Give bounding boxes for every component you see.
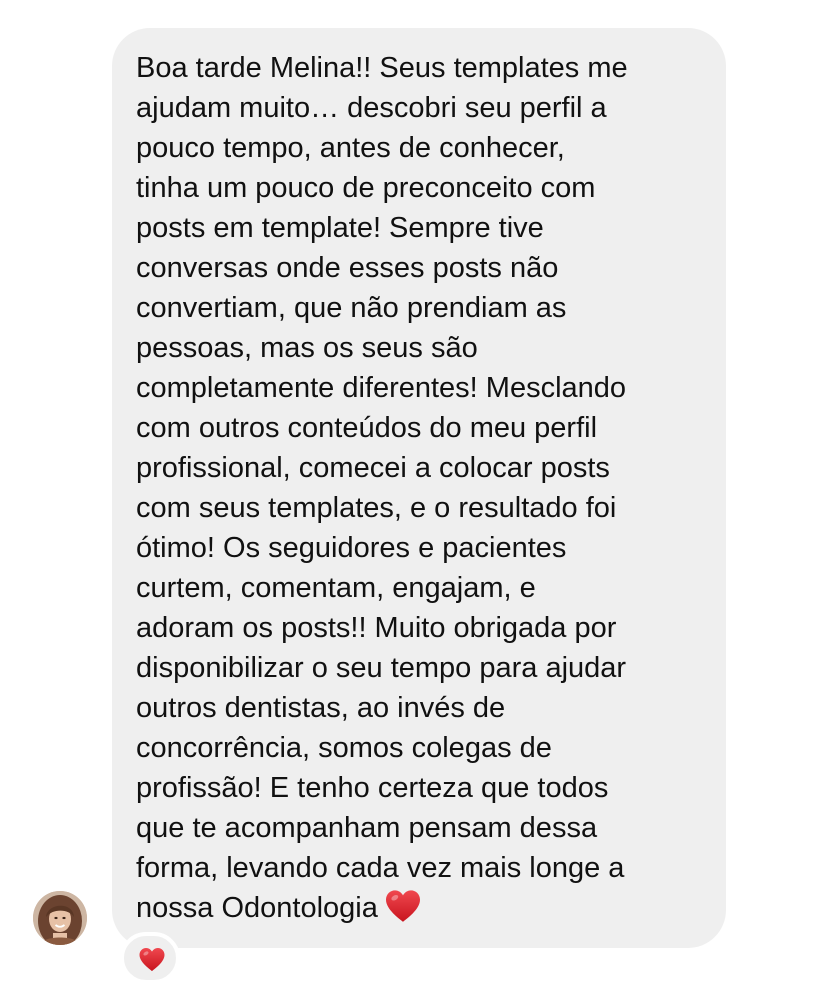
message-line: convertiam, que não prendiam as (136, 292, 567, 324)
message-line: curtem, comentam, engajam, e (136, 572, 536, 604)
reaction-badge[interactable] (120, 932, 180, 984)
message-line: com outros conteúdos do meu perfil (136, 412, 598, 444)
message-line-last-text: nossa Odontologia (136, 892, 378, 924)
dm-conversation: Boa tarde Melina!! Seus templates me aju… (0, 0, 828, 1008)
message-line: conversas onde esses posts não (136, 252, 559, 284)
heart-reaction-icon (139, 948, 165, 972)
message-line: completamente diferentes! Mesclando (136, 372, 627, 404)
message-line: posts em template! Sempre tive (136, 212, 544, 244)
message-line: com seus templates, e o resultado foi (136, 492, 617, 524)
message-line: Boa tarde Melina!! Seus templates me (136, 52, 628, 84)
message-bubble[interactable]: Boa tarde Melina!! Seus templates me aju… (112, 28, 726, 948)
avatar-photo (33, 891, 87, 945)
message-line: forma, levando cada vez mais longe a (136, 852, 625, 884)
message-line: que te acompanham pensam dessa (136, 812, 598, 844)
message-line: pouco tempo, antes de conhecer, (136, 132, 565, 164)
message-line: ótimo! Os seguidores e pacientes (136, 532, 567, 564)
sender-avatar[interactable] (33, 891, 87, 945)
message-line-last: nossa Odontologia (136, 888, 628, 928)
message-text: Boa tarde Melina!! Seus templates me aju… (136, 48, 628, 928)
message-line: adoram os posts!! Muito obrigada por (136, 612, 617, 644)
message-line: concorrência, somos colegas de (136, 732, 552, 764)
heart-emoji-icon (385, 890, 420, 922)
message-line: outros dentistas, ao invés de (136, 692, 506, 724)
message-line: profissional, comecei a colocar posts (136, 452, 610, 484)
message-line: tinha um pouco de preconceito com (136, 172, 596, 204)
message-line: ajudam muito… descobri seu perfil a (136, 92, 607, 124)
message-line: pessoas, mas os seus são (136, 332, 478, 364)
message-line: profissão! E tenho certeza que todos (136, 772, 609, 804)
message-line: disponibilizar o seu tempo para ajudar (136, 652, 627, 684)
